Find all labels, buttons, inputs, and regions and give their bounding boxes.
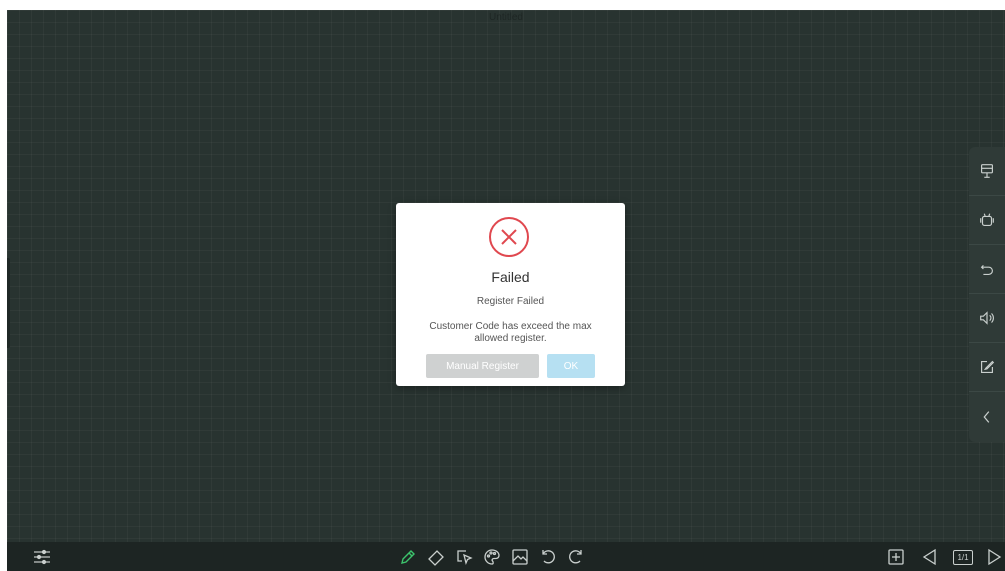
dialog-title: Failed: [491, 269, 530, 285]
add-page-button[interactable]: [885, 546, 907, 568]
add-page-icon: [888, 549, 904, 565]
android-icon: [980, 213, 994, 226]
settings-button[interactable]: [31, 546, 53, 568]
back-icon: [980, 264, 993, 275]
annotate-icon: [981, 360, 995, 373]
settings-sliders-icon: [34, 549, 50, 565]
eraser-icon: [428, 550, 444, 566]
redo-icon: [569, 550, 582, 564]
palette-tool-button[interactable]: [481, 546, 503, 568]
pen-tool-button[interactable]: [397, 546, 419, 568]
side-btn-android[interactable]: [969, 196, 1005, 245]
next-page-icon: [988, 548, 1002, 566]
ok-button[interactable]: OK: [547, 354, 595, 378]
page-indicator[interactable]: 1/1: [951, 546, 975, 568]
eraser-tool-button[interactable]: [425, 546, 447, 568]
signal-source-icon: [981, 164, 993, 178]
register-failed-dialog: Failed Register Failed Customer Code has…: [396, 203, 625, 386]
undo-icon: [542, 550, 555, 564]
background-tool-button[interactable]: [509, 546, 531, 568]
manual-register-button[interactable]: Manual Register: [426, 354, 539, 378]
pen-icon: [401, 550, 415, 564]
side-btn-back[interactable]: [969, 245, 1005, 294]
next-page-button[interactable]: [983, 546, 1005, 568]
page-indicator-label: 1/1: [957, 552, 969, 562]
volume-icon: [980, 311, 994, 325]
prev-page-button[interactable]: [919, 546, 941, 568]
side-panel: [969, 147, 1005, 442]
select-icon: [457, 550, 473, 566]
side-btn-signal-source[interactable]: [969, 147, 1005, 196]
side-btn-collapse[interactable]: [969, 392, 1005, 441]
select-tool-button[interactable]: [453, 546, 475, 568]
undo-button[interactable]: [537, 546, 559, 568]
palette-icon: [484, 549, 500, 565]
bottom-toolbar: 1/1: [7, 542, 1005, 571]
document-title: Untitled: [489, 12, 523, 23]
dialog-subtitle: Register Failed: [476, 296, 545, 307]
dialog-message: Customer Code has exceed the max allowed…: [429, 321, 592, 344]
left-panel-handle[interactable]: [7, 258, 10, 348]
side-btn-annotate[interactable]: [969, 343, 1005, 392]
background-image-icon: [512, 549, 528, 565]
prev-page-icon: [922, 548, 936, 566]
redo-button[interactable]: [565, 546, 587, 568]
error-circle-x-icon: [489, 217, 529, 257]
side-btn-volume[interactable]: [969, 294, 1005, 343]
collapse-chevron-left-icon: [983, 410, 990, 423]
